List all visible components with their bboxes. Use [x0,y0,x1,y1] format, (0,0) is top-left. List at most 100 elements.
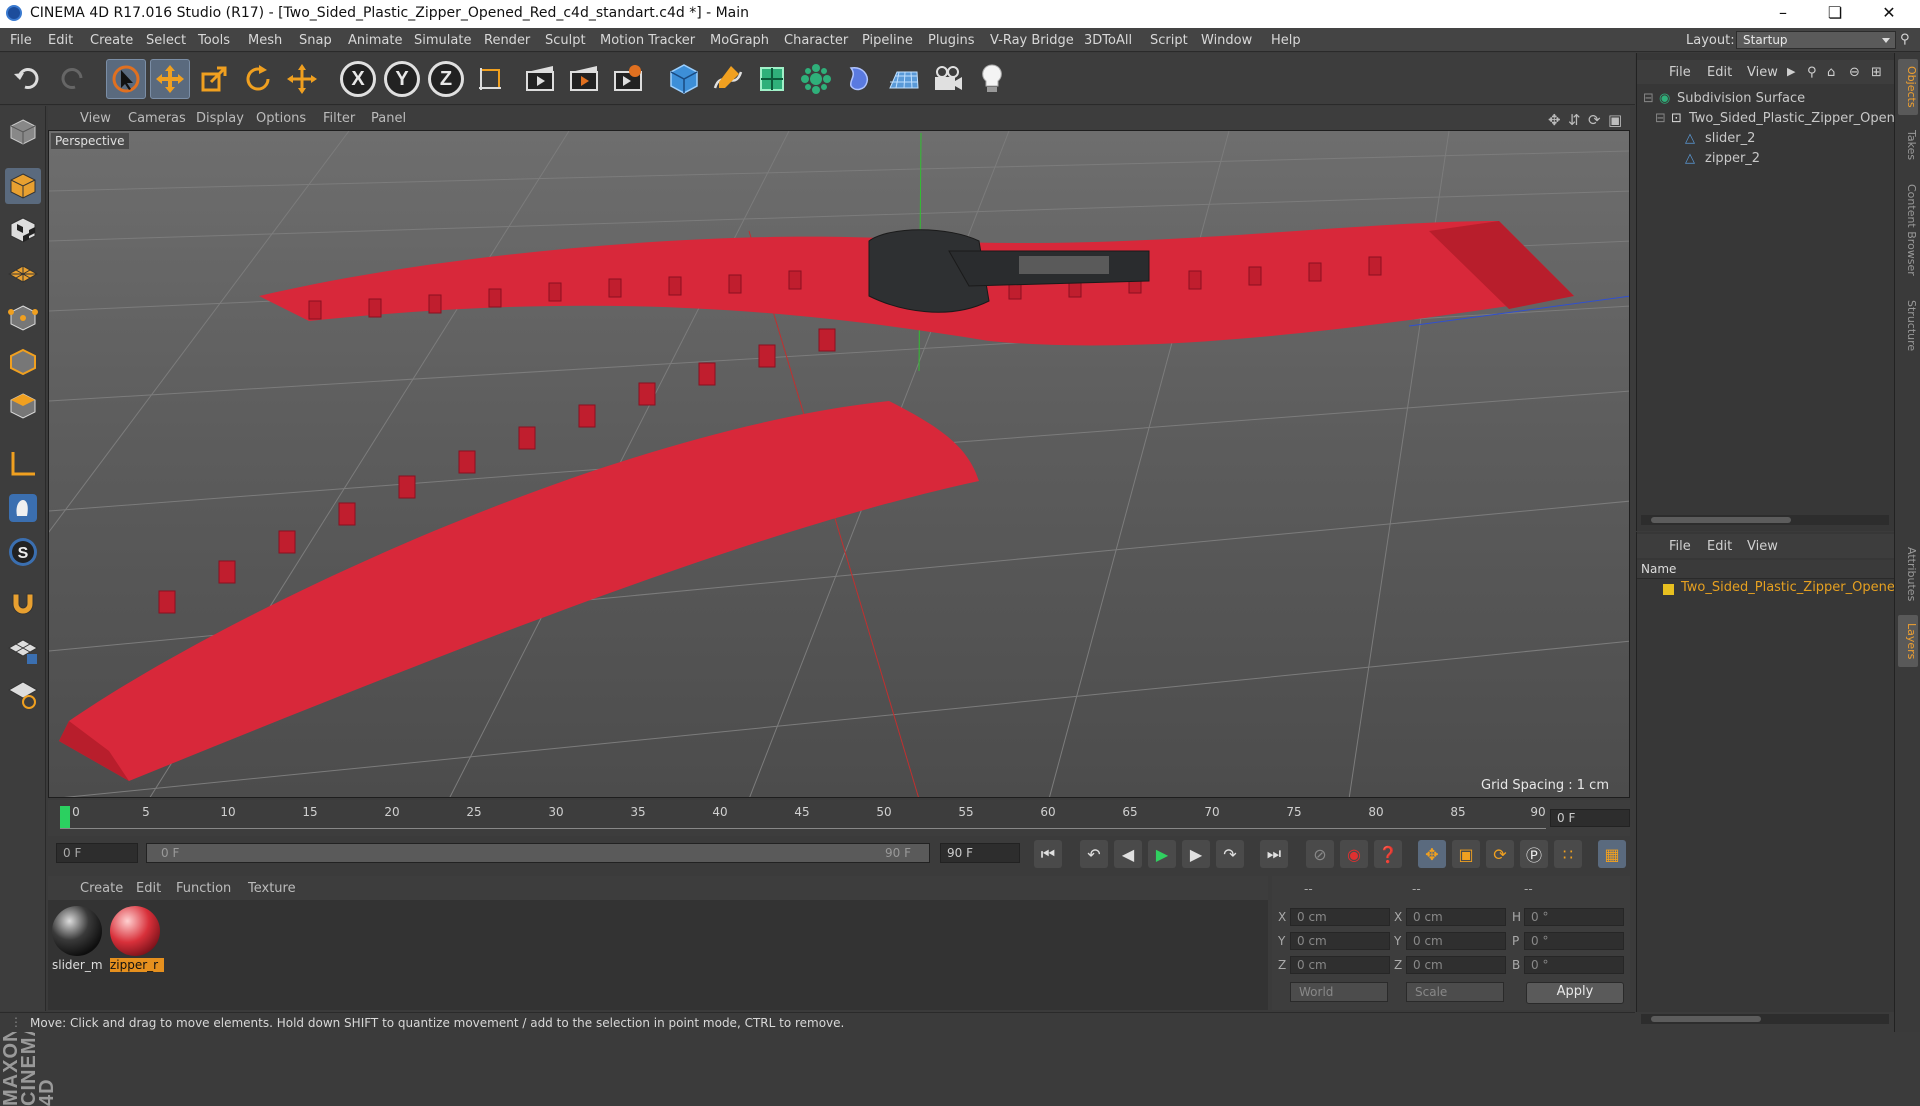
pen-spline-icon[interactable] [708,59,748,99]
polygons-mode-icon[interactable] [5,388,41,424]
layer-menu-file[interactable]: File [1669,539,1691,554]
size-y-field[interactable]: 0 cm [1406,932,1506,950]
object-menu-view[interactable]: View [1747,65,1778,80]
goto-end-icon[interactable]: ⏭ [1260,840,1288,868]
rotation-b-field[interactable]: 0 ° [1524,956,1624,974]
tab-attributes[interactable]: Attributes [1898,537,1918,611]
viewport-camera-label[interactable]: Perspective [51,133,129,149]
frame-range-slider[interactable]: 0 F 90 F [146,843,930,863]
viewport-zoom-icon[interactable]: ⇵ [1568,111,1581,129]
goto-start-icon[interactable]: ⏮ [1034,840,1062,868]
key-rotation-icon[interactable]: ⟳ [1486,840,1514,868]
viewport-rotate-icon[interactable]: ⟳ [1588,111,1601,129]
record-keys-icon[interactable]: ⊘ [1306,840,1334,868]
deformer-icon[interactable] [840,59,880,99]
menu-plugins[interactable]: Plugins [928,33,975,48]
tab-structure[interactable]: Structure [1898,293,1918,359]
viewport-menu-display[interactable]: Display [196,111,244,126]
menu-help[interactable]: Help [1271,33,1301,48]
material-menu-edit[interactable]: Edit [136,881,161,896]
layer-column-name[interactable]: Name [1641,562,1676,576]
tab-layers[interactable]: Layers [1898,615,1918,667]
object-row-subdivision-surface[interactable]: ⊟ ◉ Subdivision Surface [1637,91,1895,111]
material-menu-texture[interactable]: Texture [248,881,296,896]
material-swatch-zipper[interactable]: zipper_r [110,906,164,972]
tweak-mode-icon[interactable] [5,490,41,526]
object-row-slider[interactable]: △ slider_2 [1637,131,1895,151]
timeline-ruler[interactable]: 0 5 10 15 20 25 30 35 40 45 50 55 60 65 … [48,800,1630,836]
menu-select[interactable]: Select [146,33,186,48]
tab-takes[interactable]: Takes [1898,123,1918,167]
menu-mograph[interactable]: MoGraph [710,33,769,48]
scrollbar-thumb[interactable] [1651,1016,1761,1022]
object-row-zipper[interactable]: △ zipper_2 [1637,151,1895,171]
start-frame-field[interactable]: 0 F [56,843,138,863]
next-frame-icon[interactable]: ▶ [1182,840,1210,868]
object-home-icon[interactable]: ⌂ [1827,65,1835,80]
key-parameter-icon[interactable]: Ⓟ [1520,840,1548,868]
menu-vray-bridge[interactable]: V-Ray Bridge [990,33,1074,48]
search-icon[interactable]: ⚲ [1900,32,1910,47]
layer-menu-edit[interactable]: Edit [1707,539,1732,554]
object-new-window-icon[interactable]: ⊞ [1871,65,1882,80]
previous-frame-icon[interactable]: ◀ [1114,840,1142,868]
menu-simulate[interactable]: Simulate [414,33,471,48]
object-filter-icon[interactable]: ⊖ [1849,65,1860,80]
floor-environment-icon[interactable] [884,59,924,99]
planar-workplane-icon[interactable] [5,676,41,712]
scrollbar-thumb[interactable] [1651,517,1791,523]
x-axis-lock-button[interactable]: X [340,61,376,97]
menu-script[interactable]: Script [1150,33,1188,48]
menu-pipeline[interactable]: Pipeline [862,33,913,48]
make-editable-icon[interactable] [5,114,41,150]
axis-mode-icon[interactable] [5,446,41,482]
layer-menu-view[interactable]: View [1747,539,1778,554]
size-mode-select[interactable]: Scale [1406,982,1504,1002]
restore-button[interactable]: ❏ [1812,0,1858,28]
position-z-field[interactable]: 0 cm [1290,956,1390,974]
snap-magnet-icon[interactable] [5,584,41,620]
menu-render[interactable]: Render [484,33,530,48]
redo-icon[interactable] [52,59,92,99]
cube-primitive-icon[interactable] [664,59,704,99]
model-mode-icon[interactable] [5,168,41,204]
cloner-icon[interactable] [796,59,836,99]
live-selection-icon[interactable] [106,59,146,99]
workplane-mode-icon[interactable] [5,256,41,292]
camera-icon[interactable] [928,59,968,99]
material-menu-function[interactable]: Function [176,881,231,896]
material-swatch-slider[interactable]: slider_m [52,906,104,972]
coordinate-mode-select[interactable]: World [1290,982,1388,1002]
tab-objects[interactable]: Objects [1898,59,1918,115]
rotation-p-field[interactable]: 0 ° [1524,932,1624,950]
play-icon[interactable]: ▶ [1148,840,1176,868]
workplane-lock-icon[interactable] [5,632,41,668]
size-x-field[interactable]: 0 cm [1406,908,1506,926]
layout-select[interactable]: Startup [1736,31,1896,49]
menu-file[interactable]: File [10,33,32,48]
rotate-tool-icon[interactable] [238,59,278,99]
scale-tool-icon[interactable] [194,59,234,99]
tree-collapse-icon[interactable]: ⊟ [1643,91,1654,106]
menu-edit[interactable]: Edit [48,33,73,48]
layer-color-swatch[interactable] [1663,584,1674,595]
tree-collapse-icon[interactable]: ⊟ [1655,111,1666,126]
menu-sculpt[interactable]: Sculpt [545,33,586,48]
end-frame-field[interactable]: 90 F [940,843,1020,863]
subdivision-surface-icon[interactable] [752,59,792,99]
viewport-menu-cameras[interactable]: Cameras [128,111,186,126]
object-row-zipper-null[interactable]: ⊟ ⊡ Two_Sided_Plastic_Zipper_Opened [1637,111,1895,131]
menu-window[interactable]: Window [1201,33,1252,48]
viewport-menu-options[interactable]: Options [256,111,306,126]
object-menu-file[interactable]: File [1669,65,1691,80]
position-y-field[interactable]: 0 cm [1290,932,1390,950]
viewport-menu-panel[interactable]: Panel [371,111,406,126]
key-position-icon[interactable]: ✥ [1418,840,1446,868]
size-z-field[interactable]: 0 cm [1406,956,1506,974]
menu-motion-tracker[interactable]: Motion Tracker [600,33,695,48]
previous-key-icon[interactable]: ↶ [1080,840,1108,868]
viewport-move-icon[interactable]: ✥ [1548,111,1561,129]
object-menu-edit[interactable]: Edit [1707,65,1732,80]
coordinate-system-icon[interactable] [470,59,510,99]
key-pla-icon[interactable]: ∷ [1554,840,1582,868]
